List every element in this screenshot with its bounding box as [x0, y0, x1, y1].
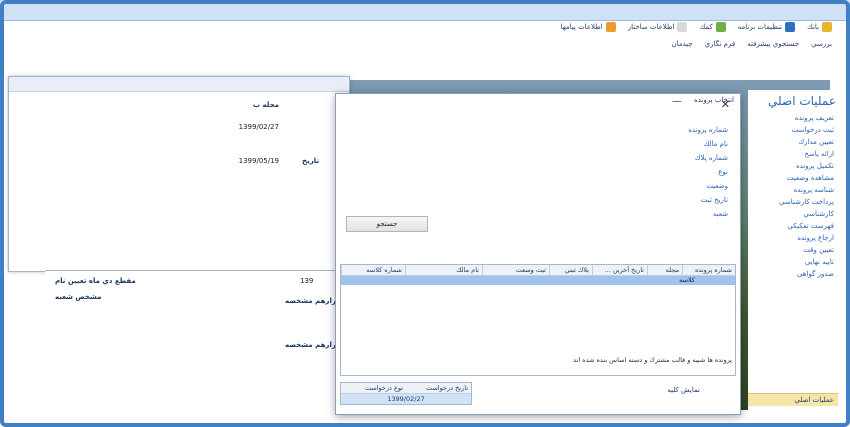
date-value[interactable]: 1399/02/27: [341, 394, 471, 404]
sidebar-footer: عمليات اصلي: [748, 393, 838, 406]
criteria-label[interactable]: وضعیت: [706, 182, 728, 190]
field-label: مقطع دي ماه تعیین نام: [55, 277, 136, 285]
ribbon-item[interactable]: كمك: [699, 22, 726, 32]
grid-header: شماره پرونده مجله تاريخ آخرين ... بلاك ث…: [341, 265, 735, 276]
field-value: فرارهم مشخصه: [285, 341, 341, 349]
ribbon-item[interactable]: چيدمان: [671, 40, 692, 48]
background-window: مجله ب 1399/02/27 تاریخ 1399/05/19: [8, 76, 350, 272]
criteria-label[interactable]: شماره پرونده: [688, 126, 728, 134]
column-header[interactable]: تاريخ آخرين ...: [592, 265, 647, 275]
sidebar-item[interactable]: ارائه پاسخ: [748, 148, 838, 160]
column-header[interactable]: شماره كلاسه: [341, 265, 405, 275]
sidebar-item[interactable]: تعیین وقت: [748, 244, 838, 256]
sidebar-item[interactable]: تعریف پرونده: [748, 112, 838, 124]
request-date-table: تاريخ درخواست نوع درخواست 1399/02/27: [340, 382, 472, 405]
show-all-checkbox[interactable]: نمايش كليه: [667, 386, 700, 394]
criteria-label[interactable]: تاریخ ثبت: [701, 196, 728, 204]
field-value: 1399/05/19: [238, 157, 279, 165]
sidebar-item[interactable]: تكميل پرونده: [748, 160, 838, 172]
select-case-dialog: انتخاب پرونده — ✕ شماره پرونده نام مالك …: [335, 93, 741, 415]
sidebar-item[interactable]: شناسه پرونده: [748, 184, 838, 196]
criteria-label[interactable]: شعبه: [713, 210, 728, 218]
help-icon: [715, 22, 726, 32]
main-operations-sidebar: عمليات اصلي تعریف پرونده ثبت درخواست تعي…: [748, 90, 838, 410]
field-label: مشخص شعبه: [55, 293, 102, 301]
sidebar-item[interactable]: تعيين مدارك: [748, 136, 838, 148]
messages-icon: [605, 22, 616, 32]
sidebar-item[interactable]: صدور گواهی: [748, 268, 838, 280]
minimize-icon[interactable]: —: [672, 96, 682, 107]
column-header[interactable]: ثبت وسعت: [482, 265, 549, 275]
column-header[interactable]: شماره پرونده: [682, 265, 735, 275]
structure-icon: [677, 22, 688, 32]
ribbon-item[interactable]: بررسي: [811, 40, 832, 48]
column-header[interactable]: بلاك ثبتي: [549, 265, 592, 275]
ribbon-item[interactable]: فرم نگاري: [705, 40, 736, 48]
table-row[interactable]: كلاسه: [341, 276, 735, 285]
criteria-label[interactable]: نام مالك: [703, 140, 728, 148]
column-header[interactable]: مجله: [647, 265, 682, 275]
folder-icon: [822, 22, 832, 32]
field-label: مجله ب: [253, 101, 279, 109]
column-header[interactable]: نام مالك: [405, 265, 482, 275]
details-panel: 139 مقطع دي ماه تعیین نام مشخص شعبه فرار…: [45, 270, 345, 411]
sidebar-title: عمليات اصلي: [768, 94, 836, 108]
sidebar-item[interactable]: پرداخت كارشناسي: [748, 196, 838, 208]
grid-note: پرونده ها شبيه و قالب مشترك و دسته اساس …: [573, 356, 732, 364]
search-button[interactable]: جستجو: [346, 216, 428, 232]
ribbon-item[interactable]: تنظيمات برنامه: [738, 22, 796, 32]
sidebar-item[interactable]: مشاهده وضعیت: [748, 172, 838, 184]
sidebar-item[interactable]: كارشناسي: [748, 208, 838, 220]
criteria-label[interactable]: نوع: [718, 168, 728, 176]
ribbon-item[interactable]: جستجوي پيشرفته: [747, 40, 799, 48]
sidebar-item[interactable]: تایید نهایی: [748, 256, 838, 268]
criteria-label[interactable]: شماره پلاك: [695, 154, 728, 162]
field-value: فرارهم مشخصه: [285, 297, 341, 305]
sidebar-item[interactable]: ارجاع پرونده: [748, 232, 838, 244]
ribbon-second-row: بررسي جستجوي پيشرفته فرم نگاري چيدمان: [671, 40, 832, 48]
sidebar-item[interactable]: ثبت درخواست: [748, 124, 838, 136]
ribbon-item[interactable]: اطلاعات ساختار: [628, 22, 688, 32]
sidebar-item[interactable]: فهرست تفكيكي: [748, 220, 838, 232]
field-value: 1399/02/27: [238, 123, 279, 131]
ribbon-top-row: بانك تنظيمات برنامه كمك اطلاعات ساختار ا…: [561, 22, 832, 32]
title-bar: [0, 0, 850, 21]
ribbon-item[interactable]: بانك: [807, 22, 832, 32]
field-label: تاریخ: [302, 157, 319, 165]
field-value: 139: [300, 277, 314, 285]
ribbon-item[interactable]: اطلاعات پيامها: [561, 22, 616, 32]
background-window-titlebar: [9, 77, 349, 92]
close-icon[interactable]: ✕: [721, 98, 730, 111]
settings-icon: [785, 22, 796, 32]
date-table-header: تاريخ درخواست نوع درخواست: [341, 383, 471, 394]
